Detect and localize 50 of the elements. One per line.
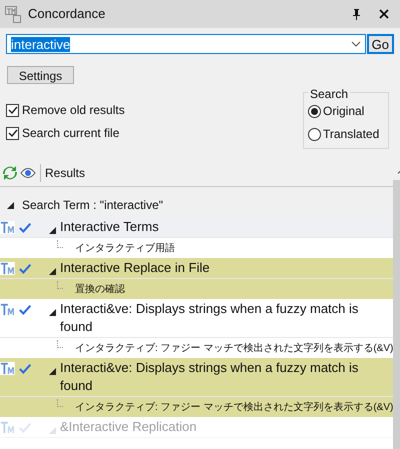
eye-icon[interactable] (20, 166, 36, 178)
tm-icon (0, 302, 15, 317)
checkbox[interactable] (6, 104, 19, 116)
checkmark-icon (18, 362, 31, 374)
target-text: インタラクティブ用語 (75, 242, 175, 256)
radio-button[interactable] (308, 128, 321, 140)
dropdown-icon[interactable] (350, 41, 361, 47)
search-field[interactable]: interactive (6, 34, 366, 54)
target-row[interactable]: インタラクティブ: ファジー マッチで検出された文字列を表示する(&V) (0, 397, 394, 417)
results-title: Results (45, 164, 86, 182)
go-button[interactable]: Go (366, 34, 394, 54)
radio-label: Original (323, 103, 364, 120)
radio-button[interactable] (308, 104, 321, 118)
search-term-label: Search Term : "interactive" (22, 197, 164, 214)
result-row[interactable]: Interactive Replace in File (0, 258, 394, 279)
checkbox[interactable] (6, 126, 19, 140)
source-text: Interacti&ve: Displays strings when a fuzzy match is found (60, 359, 360, 395)
radio-label: Translated (323, 126, 380, 143)
tm-icon (0, 261, 15, 276)
source-text: &Interactive Replication (60, 418, 198, 436)
checkmark-icon (18, 262, 31, 274)
collapse-icon[interactable] (49, 368, 56, 375)
target-row[interactable]: 置換の確認 (0, 279, 394, 299)
settings-button[interactable]: Settings (7, 66, 74, 84)
tm-icon (0, 420, 15, 435)
tm-icon (0, 220, 15, 235)
collapse-icon[interactable] (49, 227, 56, 234)
result-row[interactable]: Interacti&ve: Displays strings when a fuzzy match is found (0, 358, 394, 397)
collapse-icon[interactable] (49, 268, 56, 275)
collapse-icon[interactable] (49, 309, 56, 316)
source-text: Interacti&ve: Displays strings when a fuzzy match is found (60, 300, 360, 336)
target-text: インタラクティブ: ファジー マッチで検出された文字列を表示する(&V) (75, 342, 394, 356)
refresh-icon[interactable] (2, 164, 18, 180)
tm-icon (0, 361, 15, 376)
checkmark-icon (18, 422, 31, 434)
window-title: Concordance (28, 5, 106, 24)
concordance-icon (5, 6, 22, 22)
source-text: Interactive Replace in File (60, 259, 211, 277)
checkbox-label: Search current file (22, 125, 120, 142)
checkbox-label: Remove old results (22, 102, 125, 119)
target-text: インタラクティブ: ファジー マッチで検出された文字列を表示する(&V) (75, 400, 394, 414)
close-icon[interactable] (379, 9, 389, 19)
checkmark-icon (18, 304, 31, 316)
source-text: Interactive Terms (60, 218, 160, 236)
target-text: 置換の確認 (75, 282, 125, 296)
collapse-icon[interactable] (7, 202, 14, 208)
pin-icon[interactable] (352, 8, 361, 20)
checkmark-icon (18, 222, 31, 234)
search-value: interactive (11, 36, 70, 52)
result-row[interactable]: Interactive Terms (0, 217, 394, 238)
